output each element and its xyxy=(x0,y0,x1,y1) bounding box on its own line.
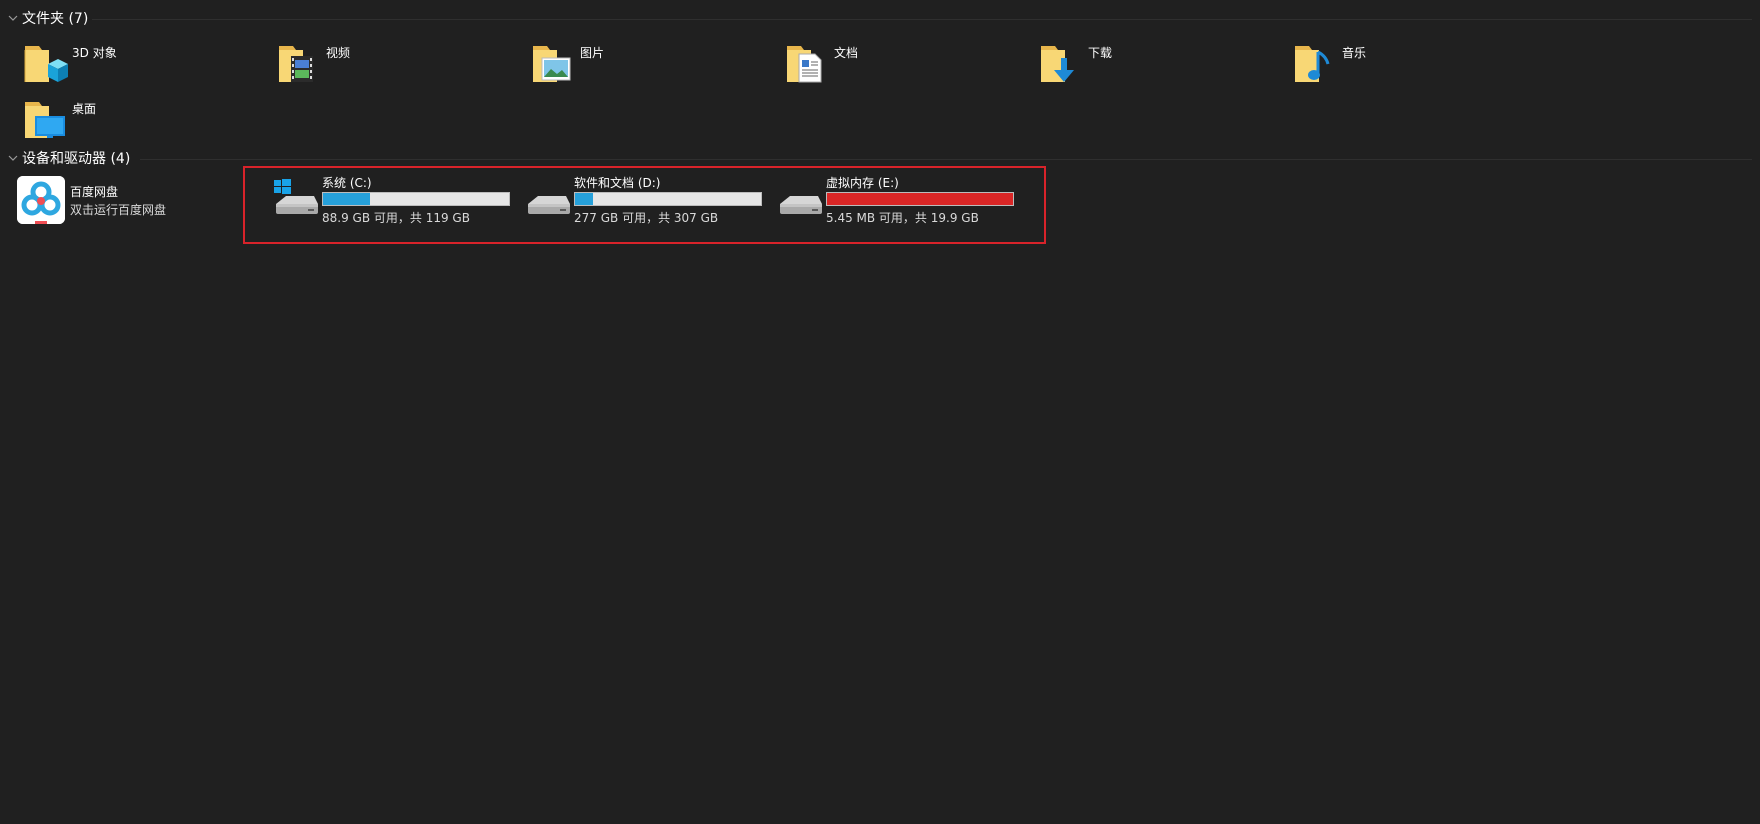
downloads-folder-icon xyxy=(1037,40,1085,88)
desktop-folder-icon xyxy=(21,96,69,144)
folder-label: 文档 xyxy=(834,46,859,60)
documents-folder-icon xyxy=(783,40,831,88)
app-subtitle: 双击运行百度网盘 xyxy=(70,203,167,217)
drive-usage-bar xyxy=(826,192,1014,206)
videos-folder-icon xyxy=(275,40,323,88)
folder-pictures[interactable]: 图片 xyxy=(529,40,604,90)
folder-downloads[interactable]: 下载 xyxy=(1037,40,1112,90)
drive-name: 系统 (C:) xyxy=(322,176,372,190)
folder-videos[interactable]: 视频 xyxy=(275,40,350,90)
drive-usage-bar xyxy=(574,192,762,206)
group-title-devices: 设备和驱动器 (4) xyxy=(22,151,131,167)
drive-space-text: 277 GB 可用，共 307 GB xyxy=(574,211,719,225)
folder-documents[interactable]: 文档 xyxy=(783,40,858,90)
drive-usage-fill xyxy=(827,193,1013,205)
drive-usage-fill xyxy=(323,193,371,205)
folder-music[interactable]: 音乐 xyxy=(1291,40,1366,90)
folder-label: 视频 xyxy=(326,46,351,60)
drive-e[interactable]: 虚拟内存 (E:) 5.45 MB 可用，共 19.9 GB xyxy=(776,174,1026,230)
folder-3d-objects[interactable]: 3D 对象 xyxy=(21,40,117,90)
hard-drive-icon xyxy=(776,178,824,226)
hard-drive-icon xyxy=(524,178,572,226)
chevron-down-icon xyxy=(8,155,18,161)
3d-objects-folder-icon xyxy=(21,40,69,88)
drive-d[interactable]: 软件和文档 (D:) 277 GB 可用，共 307 GB xyxy=(524,174,774,230)
folder-label: 桌面 xyxy=(72,102,97,116)
music-folder-icon xyxy=(1291,40,1339,88)
drive-name: 软件和文档 (D:) xyxy=(574,176,661,190)
folder-label: 3D 对象 xyxy=(72,46,117,60)
drive-c[interactable]: 系统 (C:) 88.9 GB 可用，共 119 GB xyxy=(272,174,522,230)
group-header-devices[interactable]: 设备和驱动器 (4) xyxy=(6,146,130,170)
baidu-netdisk-icon xyxy=(17,176,65,224)
folder-label: 下载 xyxy=(1088,46,1113,60)
drive-space-text: 5.45 MB 可用，共 19.9 GB xyxy=(826,211,979,225)
pictures-folder-icon xyxy=(529,40,577,88)
drive-usage-bar xyxy=(322,192,510,206)
folder-label: 音乐 xyxy=(1342,46,1367,60)
group-divider xyxy=(140,159,1752,160)
group-divider xyxy=(92,19,1752,20)
windows-drive-icon xyxy=(272,178,320,226)
folder-desktop[interactable]: 桌面 xyxy=(21,96,96,146)
chevron-down-icon xyxy=(8,15,18,21)
group-header-folders[interactable]: 文件夹 (7) xyxy=(6,6,88,30)
app-baidu-netdisk[interactable]: 百度网盘 双击运行百度网盘 xyxy=(17,176,166,224)
group-title-folders: 文件夹 (7) xyxy=(22,11,89,27)
drive-usage-fill xyxy=(575,193,594,205)
folder-label: 图片 xyxy=(580,46,605,60)
explorer-content: 文件夹 (7) 3D 对象 视频 图片 文档 下载 音乐 桌面 设备和驱动器 (… xyxy=(0,0,1760,824)
drive-space-text: 88.9 GB 可用，共 119 GB xyxy=(322,211,470,225)
app-name: 百度网盘 xyxy=(70,185,119,199)
drive-name: 虚拟内存 (E:) xyxy=(826,176,899,190)
